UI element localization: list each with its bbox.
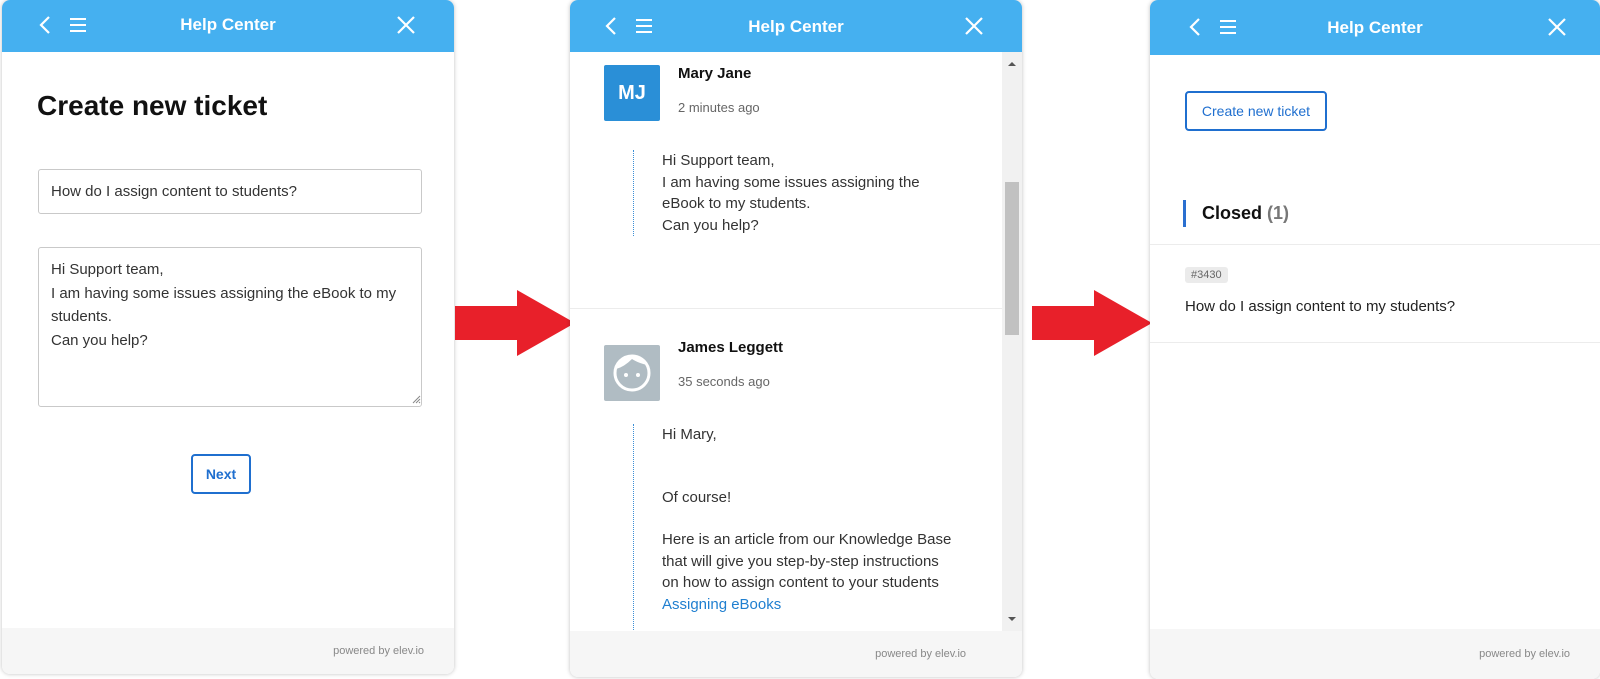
right-arrow-icon [1032, 290, 1152, 356]
message-thread: MJ Mary Jane 2 minutes ago Hi Support te… [570, 52, 1002, 631]
message-line: on how to assign content to your student… [662, 574, 939, 591]
section-label: Closed [1202, 203, 1263, 223]
close-icon[interactable] [394, 13, 418, 37]
scroll-down-icon[interactable] [1006, 613, 1018, 625]
ticket-id-badge: #3430 [1185, 267, 1228, 283]
ticket-title[interactable]: How do I assign content to my students? [1185, 298, 1455, 315]
message-line: Can you help? [662, 216, 759, 234]
section-count: (1) [1267, 203, 1290, 223]
message-timestamp: 2 minutes ago [678, 100, 760, 115]
message-timestamp: 35 seconds ago [678, 374, 770, 389]
message-line: I am having some issues assigning the [662, 173, 920, 191]
message-line: Here is an article from our Knowledge Ba… [662, 531, 952, 548]
page-title: Create new ticket [37, 90, 268, 121]
message-author: James Leggett [678, 339, 784, 356]
section-heading-closed[interactable]: Closed (1) [1183, 200, 1289, 227]
next-button[interactable]: Next [191, 454, 251, 494]
article-link[interactable]: Assigning eBooks [662, 596, 781, 613]
message-line: eBook to my students. [662, 195, 811, 212]
panel-header: Help Center [570, 0, 1022, 52]
message-author: Mary Jane [678, 65, 752, 82]
scroll-up-icon[interactable] [1006, 58, 1018, 70]
powered-by-footer[interactable]: powered by elev.io [2, 628, 454, 674]
create-ticket-panel: Help Center Create new ticket How do I a… [2, 0, 454, 674]
message-textarea[interactable]: Hi Support team, I am having some issues… [38, 247, 422, 407]
message-line: that will give you step-by-step instruct… [662, 552, 939, 570]
right-arrow-icon [455, 290, 575, 356]
message-line: Of course! [662, 488, 732, 506]
divider [1150, 342, 1600, 343]
ticket-thread-panel: Help Center MJ Mary Jane 2 minutes ago H… [570, 0, 1022, 677]
create-ticket-button[interactable]: Create new ticket [1185, 91, 1327, 131]
message-line: Hi Support team, [662, 152, 775, 169]
message-line: Hi Mary, [662, 426, 717, 443]
panel-header: Help Center [1150, 0, 1600, 55]
resize-grip-icon[interactable] [412, 395, 421, 404]
message-body: Hi Support team, I am having some issues… [633, 150, 982, 236]
ticket-list-panel: Help Center Create new ticket Closed (1)… [1150, 0, 1600, 679]
header-title: Help Center [1327, 18, 1423, 37]
message-body: Hi Mary, Of course! Here is an article f… [633, 424, 982, 631]
powered-by-footer[interactable]: powered by elev.io [570, 631, 1022, 677]
header-title: Help Center [748, 17, 844, 36]
panel-header: Help Center [2, 0, 454, 52]
header-title: Help Center [180, 15, 276, 34]
message-divider [570, 308, 1002, 309]
scrollbar-thumb[interactable] [1005, 182, 1019, 335]
scrollbar[interactable] [1002, 52, 1022, 631]
powered-by-footer[interactable]: powered by elev.io [1150, 629, 1600, 679]
divider [1150, 244, 1600, 245]
close-icon[interactable] [962, 14, 986, 38]
avatar: MJ [604, 65, 660, 121]
face-avatar-icon [604, 345, 660, 401]
subject-input[interactable]: How do I assign content to students? [38, 169, 422, 214]
close-icon[interactable] [1545, 15, 1569, 39]
